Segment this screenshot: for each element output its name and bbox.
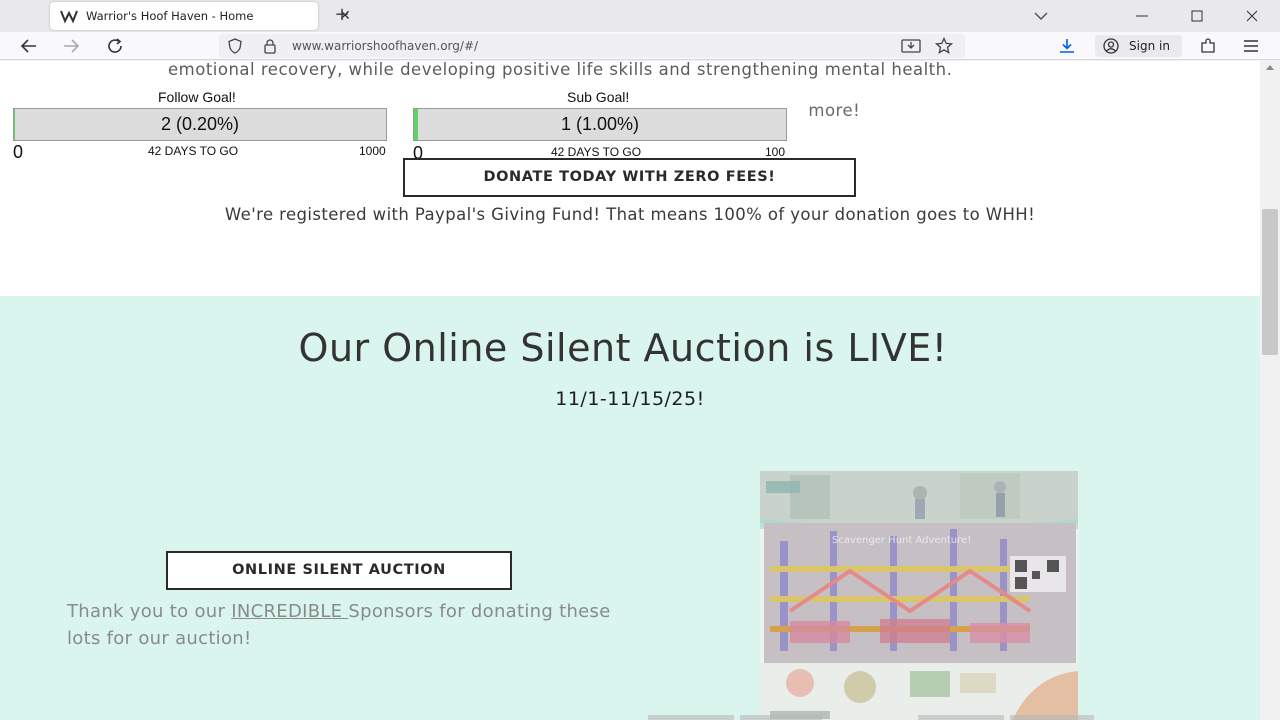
flyer-caption: Scavenger Hunt Adventure! <box>832 535 971 546</box>
back-arrow-icon[interactable] <box>19 37 39 55</box>
reload-icon[interactable] <box>106 37 126 55</box>
bookmark-star-icon[interactable] <box>935 37 953 55</box>
sub-goal-max: 100 <box>765 145 786 159</box>
sub-goal-title: Sub Goal! <box>567 89 630 105</box>
minimize-icon[interactable] <box>1132 6 1152 26</box>
maximize-icon[interactable] <box>1187 6 1207 26</box>
donate-button[interactable]: DONATE TODAY WITH ZERO FEES! <box>403 158 856 197</box>
browser-tab-strip: Warrior's Hoof Haven - Home ✕ + <box>0 0 1280 32</box>
follow-goal-min: 0 <box>13 142 24 162</box>
install-app-icon[interactable] <box>901 38 921 54</box>
warriors-hoof-haven-favicon <box>60 10 78 24</box>
sub-goal-progress-bar: 1 (1.00%) <box>413 108 787 141</box>
lock-icon[interactable] <box>263 38 277 54</box>
sponsor-text-prefix: Thank you to our <box>67 601 232 622</box>
page-viewport: emotional recovery, while developing pos… <box>0 61 1260 720</box>
download-icon[interactable] <box>1058 37 1076 55</box>
follow-goal-max: 1000 <box>359 144 386 158</box>
follow-goal-days-left: 42 DAYS TO GO <box>148 144 239 158</box>
sponsor-thanks-text: Thank you to our INCREDIBLE Sponsors for… <box>67 598 627 652</box>
window-close-icon[interactable] <box>1242 6 1262 26</box>
url-text: www.warriorshoofhaven.org/#/ <box>292 39 479 53</box>
page-scrollbar[interactable] <box>1260 61 1280 720</box>
flyer-thumbnail-strip <box>648 715 734 720</box>
extensions-puzzle-icon[interactable] <box>1199 37 1217 55</box>
follow-goal-progress-bar: 2 (0.20%) <box>13 108 387 141</box>
sub-goal-backdrop <box>404 89 424 90</box>
follow-goal-value: 2 (0.20%) <box>160 114 240 134</box>
sub-goal-days-left: 42 DAYS TO GO <box>551 145 642 159</box>
browser-tab[interactable]: Warrior's Hoof Haven - Home ✕ <box>50 2 351 30</box>
auction-heading: Our Online Silent Auction is LIVE! <box>298 326 948 370</box>
follow-goal-title: Follow Goal! <box>158 89 236 105</box>
sub-goal-value: 1 (1.00%) <box>560 114 640 134</box>
tracking-protection-shield-icon[interactable] <box>227 38 243 54</box>
sign-in-button[interactable]: Sign in <box>1095 35 1182 57</box>
mission-text: emotional recovery, while developing pos… <box>168 61 953 79</box>
flyer-thumbnail-strip <box>1010 715 1094 720</box>
online-silent-auction-button[interactable]: ONLINE SILENT AUCTION <box>166 551 512 590</box>
forward-arrow-icon[interactable] <box>61 37 81 55</box>
new-tab-icon[interactable]: + <box>333 6 351 24</box>
flyer-thumbnail-strip <box>740 715 822 720</box>
paypal-giving-fund-note: We're registered with Paypal's Giving Fu… <box>224 205 1036 224</box>
flyer-thumbnail-strip <box>918 715 1004 720</box>
flyer-graphic: Scavenger Hunt Adventure! <box>760 471 1078 720</box>
address-bar[interactable]: www.warriorshoofhaven.org/#/ <box>219 34 965 58</box>
scroll-up-arrow-icon[interactable] <box>1265 63 1275 71</box>
auction-dates: 11/1-11/15/25! <box>555 388 705 410</box>
tab-title: Warrior's Hoof Haven - Home <box>86 9 254 23</box>
sign-in-label: Sign in <box>1129 39 1170 53</box>
hamburger-menu-icon[interactable] <box>1242 37 1260 55</box>
incredible-sponsors-link[interactable]: INCREDIBLE <box>231 601 348 622</box>
scrollbar-thumb[interactable] <box>1262 209 1278 355</box>
account-icon <box>1103 38 1119 54</box>
chevron-down-icon[interactable] <box>1032 8 1050 24</box>
auction-lot-flyer-image[interactable]: Scavenger Hunt Adventure! <box>760 471 1078 720</box>
silent-auction-section: Our Online Silent Auction is LIVE! 11/1-… <box>0 296 1260 720</box>
browser-navigation-bar: www.warriorshoofhaven.org/#/ Sign in <box>0 32 1280 60</box>
